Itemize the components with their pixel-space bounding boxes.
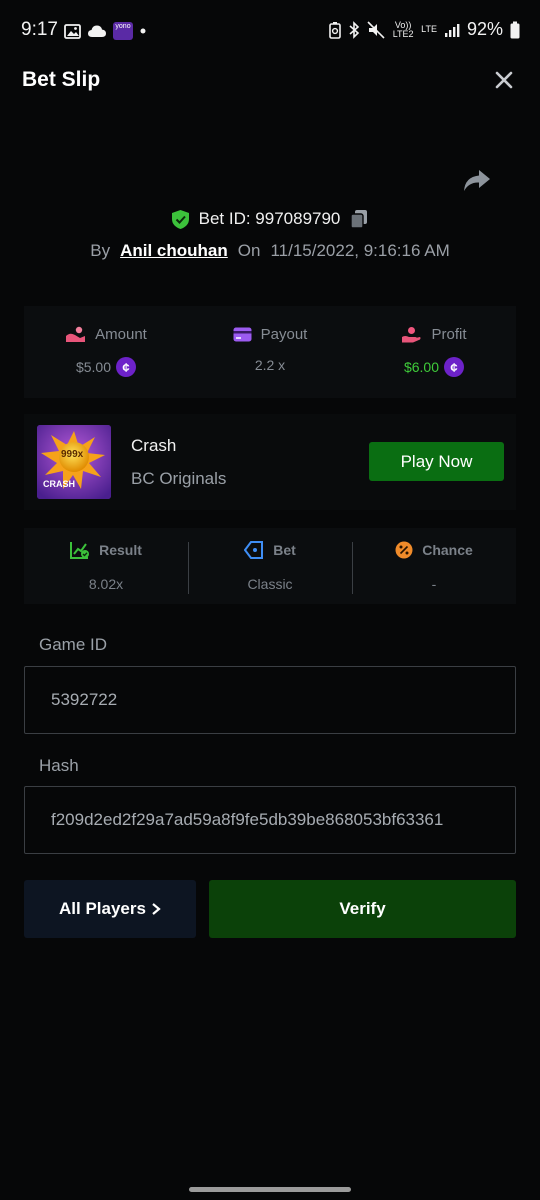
bet-slip-header: Bet Slip [0,62,540,102]
bet-stats-panel: Amount $5.00 ¢ Payout 2.2 x Profit $6.00… [24,306,516,398]
chevron-right-icon [152,903,161,915]
game-id-label: Game ID [39,635,108,654]
profit-icon [402,327,421,343]
bet-tag-icon [244,541,264,559]
bet-id-row: Bet ID: 997089790 [0,206,540,232]
status-time: 9:17 [21,19,58,40]
payout-icon [233,327,252,342]
stat-payout: Payout 2.2 x [188,306,352,398]
thumb-title: CRASH [43,479,76,489]
author-link[interactable]: Anil chouhan [120,241,228,261]
detail-chance: Chance - [352,528,516,604]
detail-value: 8.02x [88,576,124,592]
status-bar: 9:17 yono Vo)) LTE2 LTE 92% [0,0,540,62]
lte-label: LTE [421,24,437,34]
by-label: By [90,241,111,260]
game-name: Crash [131,436,177,455]
cloud-icon [88,25,106,37]
game-id-field[interactable]: 5392722 [24,666,516,734]
stat-value: $6.00 [403,359,440,375]
copy-icon[interactable] [349,209,369,229]
mute-icon [367,20,385,39]
verify-button[interactable]: Verify [209,880,516,938]
bet-timestamp: 11/15/2022, 9:16:16 AM [270,241,450,260]
stat-amount: Amount $5.00 ¢ [24,306,188,398]
coin-icon: ¢ [444,357,465,377]
close-icon [495,71,513,89]
play-now-button[interactable]: Play Now [369,442,504,481]
dot-icon [140,28,146,34]
game-card: 999x CRASH Crash BC Originals Play Now [24,414,516,510]
detail-value: - [431,576,437,592]
coin-icon: ¢ [116,357,137,377]
stat-label: Payout [260,326,308,343]
battery-percent: 92% [466,19,503,39]
detail-bet: Bet Classic [188,528,352,604]
hash-label: Hash [39,756,79,775]
stat-profit: Profit $6.00 ¢ [352,306,516,398]
on-label: On [237,241,261,260]
battery-icon [510,21,520,38]
result-chart-icon [70,542,90,559]
signal-icon [444,23,460,37]
detail-result: Result 8.02x [24,528,188,604]
volte-label: Vo)) LTE2 [392,19,414,39]
chance-percent-icon [395,541,413,559]
amount-icon [66,326,86,342]
close-button[interactable] [492,68,516,92]
stat-label: Amount [95,326,147,343]
system-icons: Vo)) LTE2 LTE 92% [329,19,520,40]
game-thumbnail[interactable]: 999x CRASH [37,425,111,499]
verified-shield-icon [171,209,189,229]
bluetooth-icon [349,20,360,39]
bet-id: Bet ID: 997089790 [198,209,341,228]
bet-author-row: By Anil chouhan On 11/15/2022, 9:16:16 A… [0,238,540,264]
battery-saver-icon [329,21,341,39]
stat-value: 2.2 x [254,357,286,373]
detail-label: Chance [422,542,473,558]
hash-field[interactable]: f209d2ed2f29a7ad59a8f9fe5db39be868053bf6… [24,786,516,854]
stat-value: $5.00 [75,359,112,375]
gallery-icon [64,23,81,39]
share-button[interactable] [463,168,491,194]
detail-label: Bet [273,542,296,558]
notification-icons: yono [64,22,147,40]
share-arrow-icon [464,170,490,191]
stat-label: Profit [431,326,467,343]
thumb-badge: 999x [61,449,84,460]
page-title: Bet Slip [22,68,101,91]
yono-app-icon: yono [113,22,133,40]
bet-details-panel: Result 8.02x Bet Classic Chance - [24,528,516,604]
game-provider: BC Originals [131,469,227,488]
all-players-button[interactable]: All Players [24,880,196,938]
detail-value: Classic [247,576,293,592]
all-players-label: All Players [59,899,146,918]
home-indicator[interactable] [189,1187,351,1192]
detail-label: Result [99,542,142,558]
yono-label: yono [115,23,131,30]
